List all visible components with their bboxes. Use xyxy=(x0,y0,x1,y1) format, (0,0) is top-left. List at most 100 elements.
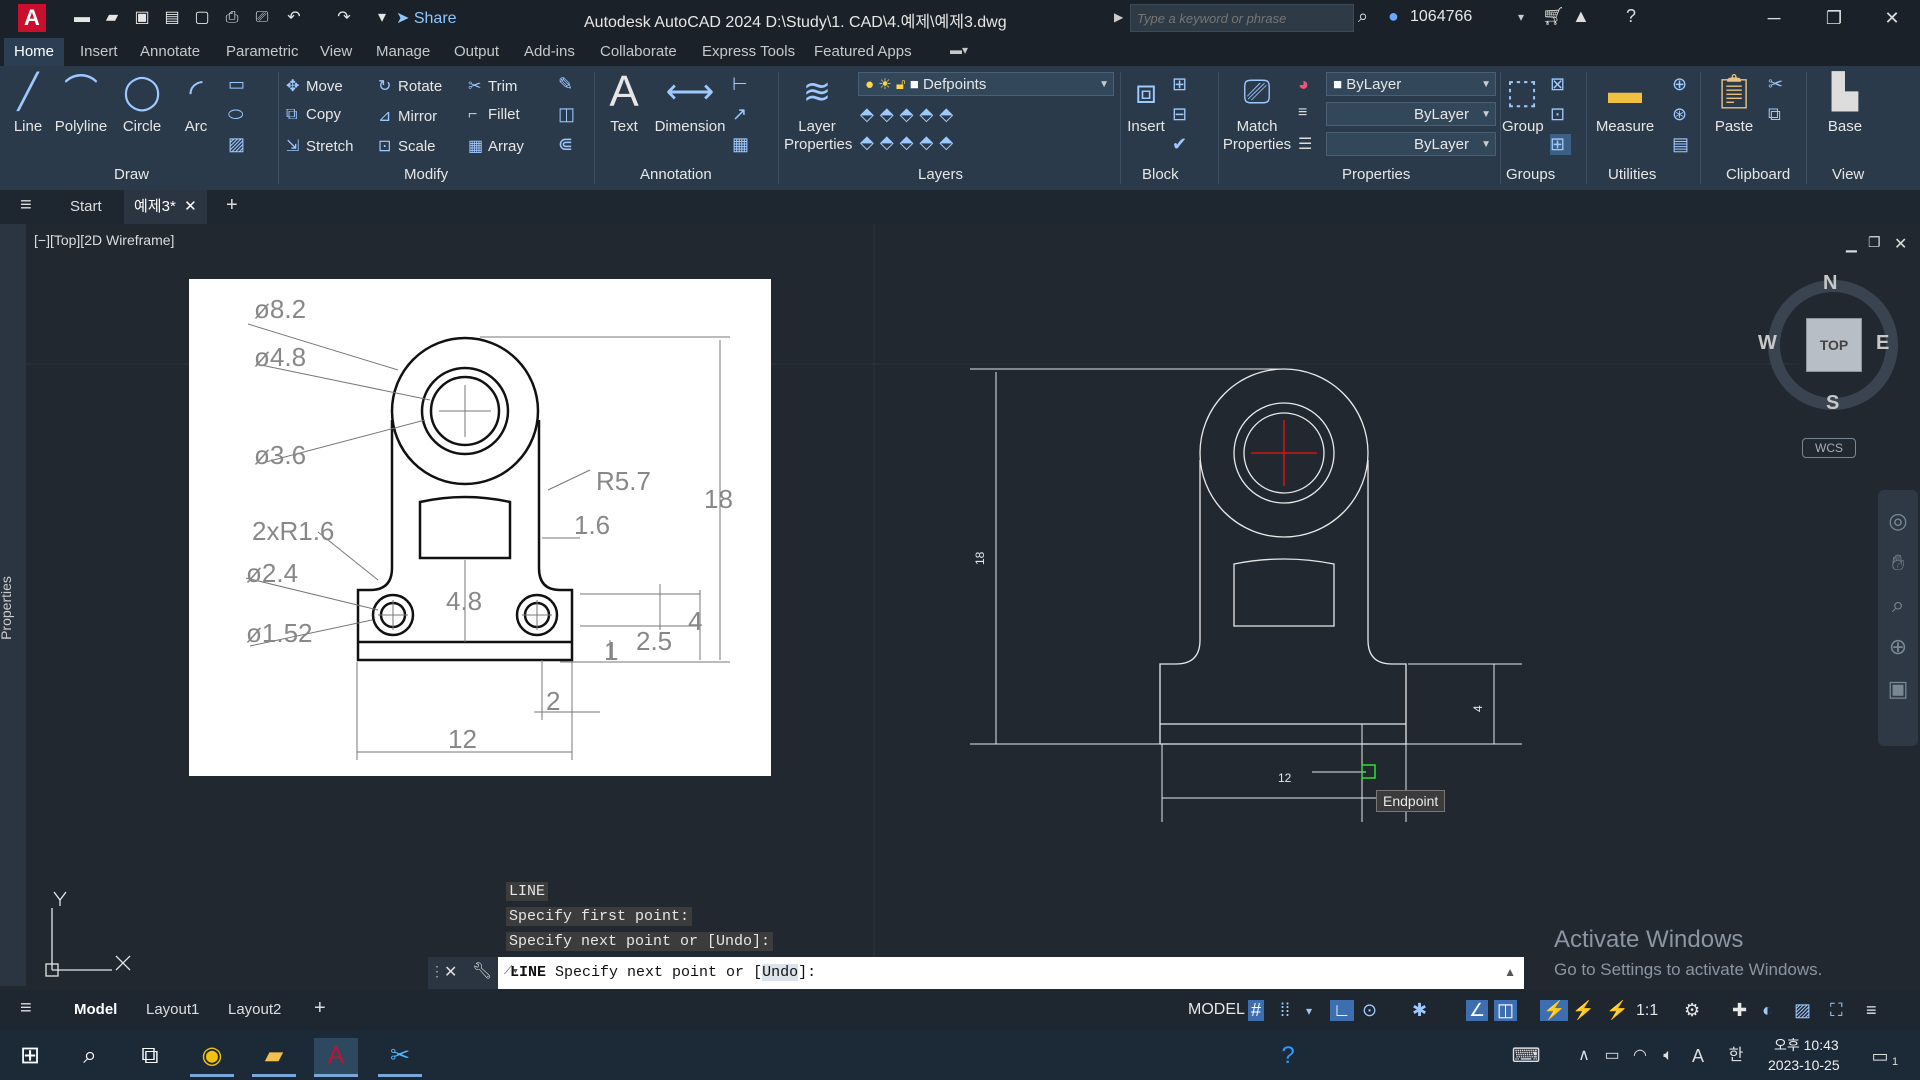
compass-west[interactable]: W xyxy=(1758,332,1777,355)
tab-featured-apps[interactable]: Featured Apps xyxy=(806,41,920,62)
user-dropdown-icon[interactable]: ▾ xyxy=(1518,10,1524,24)
workspace-gear-icon[interactable]: ⚙ xyxy=(1684,1000,1700,1021)
tab-view[interactable]: View xyxy=(312,41,360,62)
edit-block-icon[interactable]: ⊟ xyxy=(1172,104,1193,125)
annotation-panel-title[interactable]: Annotation xyxy=(640,166,712,183)
properties-panel-title[interactable]: Properties xyxy=(1342,166,1410,183)
restore-icon[interactable]: ❐ xyxy=(1814,4,1854,32)
viewport-controls[interactable]: [−][Top][2D Wireframe] xyxy=(34,232,174,248)
wcs-menu-button[interactable]: WCS xyxy=(1802,438,1856,458)
tab-model[interactable]: Model xyxy=(74,1001,117,1018)
block-panel-title[interactable]: Block xyxy=(1142,166,1179,183)
clock-time[interactable]: 오후 10:43 xyxy=(1774,1035,1839,1055)
erase-icon[interactable]: ✎ xyxy=(558,74,579,95)
open-icon[interactable]: ▰ xyxy=(102,8,122,28)
ribbon-options-icon[interactable]: ▬▾ xyxy=(942,41,976,59)
close-tab-icon[interactable]: ✕ xyxy=(184,198,197,215)
snipping-tool-icon[interactable]: ✂ xyxy=(378,1038,422,1077)
object-snap-tracking-icon[interactable]: ∠ xyxy=(1466,1000,1489,1021)
circle-button[interactable]: ◯ Circle xyxy=(120,70,164,135)
zoom-extents-icon[interactable]: ⌕ xyxy=(1878,592,1918,618)
clean-screen-icon[interactable]: ⛶ xyxy=(1830,1000,1843,1021)
properties-palette-label[interactable]: Properties xyxy=(0,576,14,640)
polyline-button[interactable]: ⌒ Polyline xyxy=(54,70,108,135)
tab-parametric[interactable]: Parametric xyxy=(218,41,307,62)
close-icon[interactable]: ✕ xyxy=(1872,4,1912,32)
windows-start-icon[interactable]: ⊞ xyxy=(8,1038,52,1074)
showmotion-icon[interactable]: ▣ xyxy=(1878,676,1918,702)
task-view-icon[interactable]: ⧉ xyxy=(128,1038,172,1074)
explode-icon[interactable]: ◫ xyxy=(558,104,581,125)
isolate-icon[interactable]: ◐ xyxy=(1762,1000,1773,1021)
search-box[interactable] xyxy=(1130,4,1354,32)
chrome-icon[interactable]: ◉ xyxy=(190,1038,234,1077)
save-icon[interactable]: ▣ xyxy=(132,8,152,28)
annotation-visibility-icon[interactable]: ⚡ xyxy=(1540,1000,1569,1021)
polar-icon[interactable]: ⊙ xyxy=(1362,1000,1377,1021)
linetype-dropdown[interactable]: ByLayer ▼ xyxy=(1326,102,1496,126)
grip-icon[interactable]: ⋮ xyxy=(430,963,444,980)
drawing-area[interactable]: ø8.2 ø4.8 ø3.6 2xR1.6 ø2.4 ø1.52 R5.7 1.… xyxy=(0,224,1920,986)
snap-icon[interactable]: ⁞⁞ xyxy=(1280,1000,1290,1021)
offset-icon[interactable]: ⋐ xyxy=(558,134,579,155)
search-input[interactable] xyxy=(1131,5,1349,31)
search-icon[interactable]: ⌕ xyxy=(1358,6,1368,27)
trim-button[interactable]: ✂ Trim xyxy=(468,76,517,96)
draw-panel-title[interactable]: Draw xyxy=(114,166,149,183)
fillet-button[interactable]: ⌐ Fillet xyxy=(468,106,520,124)
save-as-icon[interactable]: ▤ xyxy=(162,8,182,28)
leader-icon[interactable]: ↗ xyxy=(732,104,753,125)
clipboard-panel-title[interactable]: Clipboard xyxy=(1726,166,1790,183)
group-select-icon[interactable]: ⊞ xyxy=(1550,134,1572,155)
utilities-panel-title[interactable]: Utilities xyxy=(1608,166,1656,183)
drawing-canvas[interactable]: ø8.2 ø4.8 ø3.6 2xR1.6 ø2.4 ø1.52 R5.7 1.… xyxy=(0,224,1920,986)
annotation-scale[interactable]: 1:1 xyxy=(1636,1002,1658,1020)
viewport-close-icon[interactable]: ✕ xyxy=(1894,234,1907,254)
scale-button[interactable]: ⊡ Scale xyxy=(378,136,436,156)
new-layout-icon[interactable]: + xyxy=(314,997,326,1020)
viewport-minimize-icon[interactable]: ▁ xyxy=(1846,236,1857,253)
new-icon[interactable]: ▬ xyxy=(72,8,92,28)
layer-tools-row-2[interactable]: ⬘⬘⬘⬘⬘ xyxy=(860,132,959,153)
tab-layout1[interactable]: Layout1 xyxy=(146,1001,199,1018)
autocad-taskbar-icon[interactable]: A xyxy=(314,1038,358,1077)
copy-clip-icon[interactable]: ⧉ xyxy=(1768,104,1787,125)
tab-annotate[interactable]: Annotate xyxy=(132,41,208,62)
help-assistant-icon[interactable]: ? xyxy=(1266,1038,1310,1074)
minimize-icon[interactable]: ─ xyxy=(1754,4,1794,32)
calculator-icon[interactable]: ▤ xyxy=(1672,134,1695,155)
clock-date[interactable]: 2023-10-25 xyxy=(1768,1057,1840,1073)
tab-addins[interactable]: Add-ins xyxy=(516,41,583,62)
steering-wheel-icon[interactable]: ◎ xyxy=(1878,508,1918,534)
match-properties-button[interactable]: ⎚ Match Properties xyxy=(1222,70,1292,154)
hardware-acceleration-icon[interactable]: ▨ xyxy=(1794,1000,1811,1021)
attribute-icon[interactable]: ✔ xyxy=(1172,134,1193,155)
lineweight-dropdown[interactable]: ByLayer ▼ xyxy=(1326,132,1496,156)
compass-east[interactable]: E xyxy=(1876,332,1889,355)
tab-output[interactable]: Output xyxy=(446,41,507,62)
plot-icon[interactable]: ⎚ xyxy=(252,8,272,28)
line-button[interactable]: ╱ Line xyxy=(8,70,48,135)
prompt-option-undo[interactable]: Undo xyxy=(762,964,799,981)
file-explorer-icon[interactable]: ▰ xyxy=(252,1038,296,1077)
ungroup-icon[interactable]: ⊠ xyxy=(1550,74,1571,95)
user-name[interactable]: 1064766 xyxy=(1410,8,1472,26)
hamburger-menu-icon[interactable]: ≡ xyxy=(20,194,32,217)
color-wheel-icon[interactable]: ◕ xyxy=(1298,74,1309,95)
rectangle-icon[interactable]: ▭ xyxy=(228,74,251,95)
auto-scale-icon[interactable]: ⚡ xyxy=(1572,1000,1594,1021)
help-icon[interactable]: ? xyxy=(1626,6,1636,27)
hatch-icon[interactable]: ▨ xyxy=(228,134,251,155)
reference-image[interactable]: ø8.2 ø4.8 ø3.6 2xR1.6 ø2.4 ø1.52 R5.7 1.… xyxy=(189,279,771,776)
annotation-scale-icon[interactable]: ⚡ xyxy=(1606,1000,1628,1021)
view-panel-title[interactable]: View xyxy=(1832,166,1864,183)
cad-drawing[interactable] xyxy=(970,368,1522,822)
navigation-bar[interactable]: ◎ ✋︎ ⌕ ⊕ ▣ xyxy=(1878,490,1918,746)
command-prompt[interactable]: LINE Specify next point or [Undo]: xyxy=(510,964,816,981)
text-button[interactable]: A Text xyxy=(600,70,648,136)
move-button[interactable]: ✥ Move xyxy=(286,76,343,96)
layer-tools-row-1[interactable]: ⬘⬘⬘⬘⬘ xyxy=(860,104,959,125)
undo-icon[interactable]: ↶ xyxy=(284,8,304,28)
viewcube-top-face[interactable]: TOP xyxy=(1806,318,1862,372)
share-button[interactable]: ➤ Share xyxy=(396,8,457,28)
